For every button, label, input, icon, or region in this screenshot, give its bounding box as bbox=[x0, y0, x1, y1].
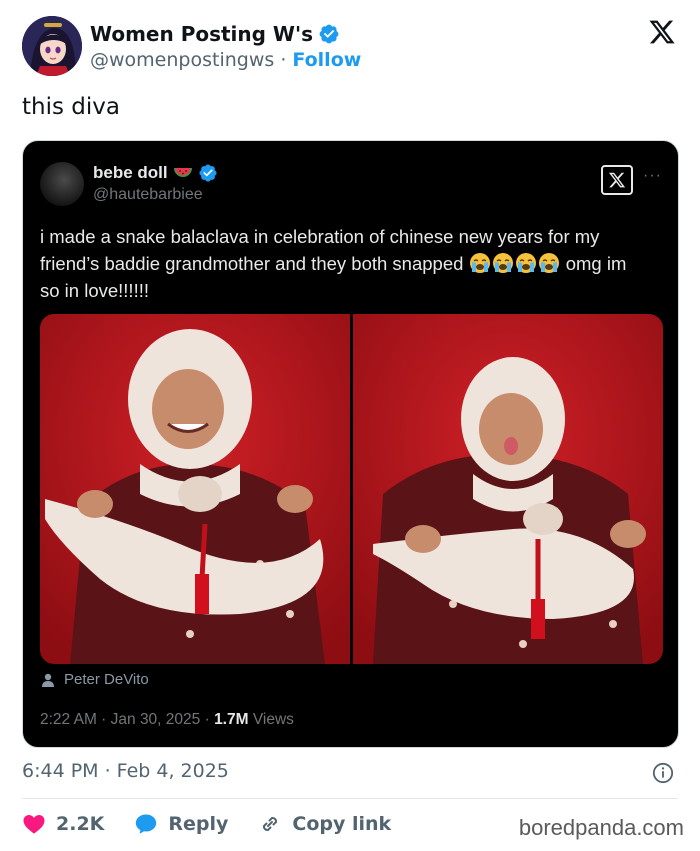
media-grid bbox=[40, 314, 663, 664]
quoted-meta: 2:22 AM · Jan 30, 2025 · 1.7M Views bbox=[40, 711, 294, 729]
photo-credit: Peter DeVito bbox=[40, 671, 149, 688]
quoted-handle[interactable]: @hautebarbiee bbox=[93, 186, 203, 204]
more-options-icon[interactable]: ··· bbox=[643, 167, 662, 185]
photo-left[interactable] bbox=[40, 314, 350, 664]
quoted-tweet-text: i made a snake balaclava in celebration … bbox=[40, 223, 650, 304]
verified-badge-icon bbox=[199, 164, 217, 182]
quoted-tweet-card[interactable]: bebe doll @hautebarbiee ··· i made a sna… bbox=[22, 140, 679, 748]
action-bar: 2.2K Reply Copy link bbox=[22, 810, 421, 838]
quoted-author-avatar[interactable] bbox=[40, 162, 84, 206]
author-handle[interactable]: @womenpostingws bbox=[90, 49, 274, 71]
reply-label: Reply bbox=[168, 813, 229, 835]
reply-button[interactable]: Reply bbox=[134, 812, 228, 836]
tweet-header: Women Posting W's @womenpostingws · Foll… bbox=[22, 16, 682, 80]
verified-badge-icon bbox=[319, 24, 339, 44]
crying-emoji-icon bbox=[515, 253, 536, 273]
tweet-timestamp[interactable]: 6:44 PM · Feb 4, 2025 bbox=[22, 760, 229, 782]
quoted-time: 2:22 AM · Jan 30, 2025 · bbox=[40, 711, 215, 728]
tweet-text: this diva bbox=[22, 94, 120, 120]
info-icon[interactable] bbox=[652, 762, 674, 784]
x-logo-icon[interactable] bbox=[648, 18, 676, 46]
handle-separator: · bbox=[280, 49, 287, 71]
photo-right[interactable] bbox=[353, 314, 663, 664]
copy-link-label: Copy link bbox=[292, 813, 392, 835]
quoted-views-count: 1.7M bbox=[214, 711, 249, 728]
copy-link-button[interactable]: Copy link bbox=[258, 812, 391, 836]
author-avatar[interactable] bbox=[22, 16, 82, 76]
reply-bubble-icon bbox=[136, 814, 157, 834]
link-icon bbox=[263, 816, 278, 832]
like-button[interactable]: 2.2K bbox=[22, 812, 104, 836]
watermelon-emoji-icon bbox=[173, 168, 192, 177]
crying-emoji-icon bbox=[538, 253, 559, 273]
crying-emoji-icon bbox=[469, 253, 490, 273]
quoted-x-logo-icon[interactable] bbox=[601, 165, 633, 195]
quoted-views-label: Views bbox=[248, 711, 294, 728]
heart-icon bbox=[23, 815, 45, 834]
person-icon bbox=[42, 673, 54, 687]
divider bbox=[22, 798, 678, 799]
follow-button[interactable]: Follow bbox=[292, 49, 361, 71]
author-display-name[interactable]: Women Posting W's bbox=[90, 22, 313, 46]
crying-emoji-icon bbox=[492, 253, 513, 273]
photo-credit-name: Peter DeVito bbox=[64, 671, 149, 688]
like-count: 2.2K bbox=[56, 813, 105, 835]
quoted-display-name[interactable]: bebe doll bbox=[93, 163, 168, 183]
watermark: boredpanda.com bbox=[518, 815, 684, 840]
